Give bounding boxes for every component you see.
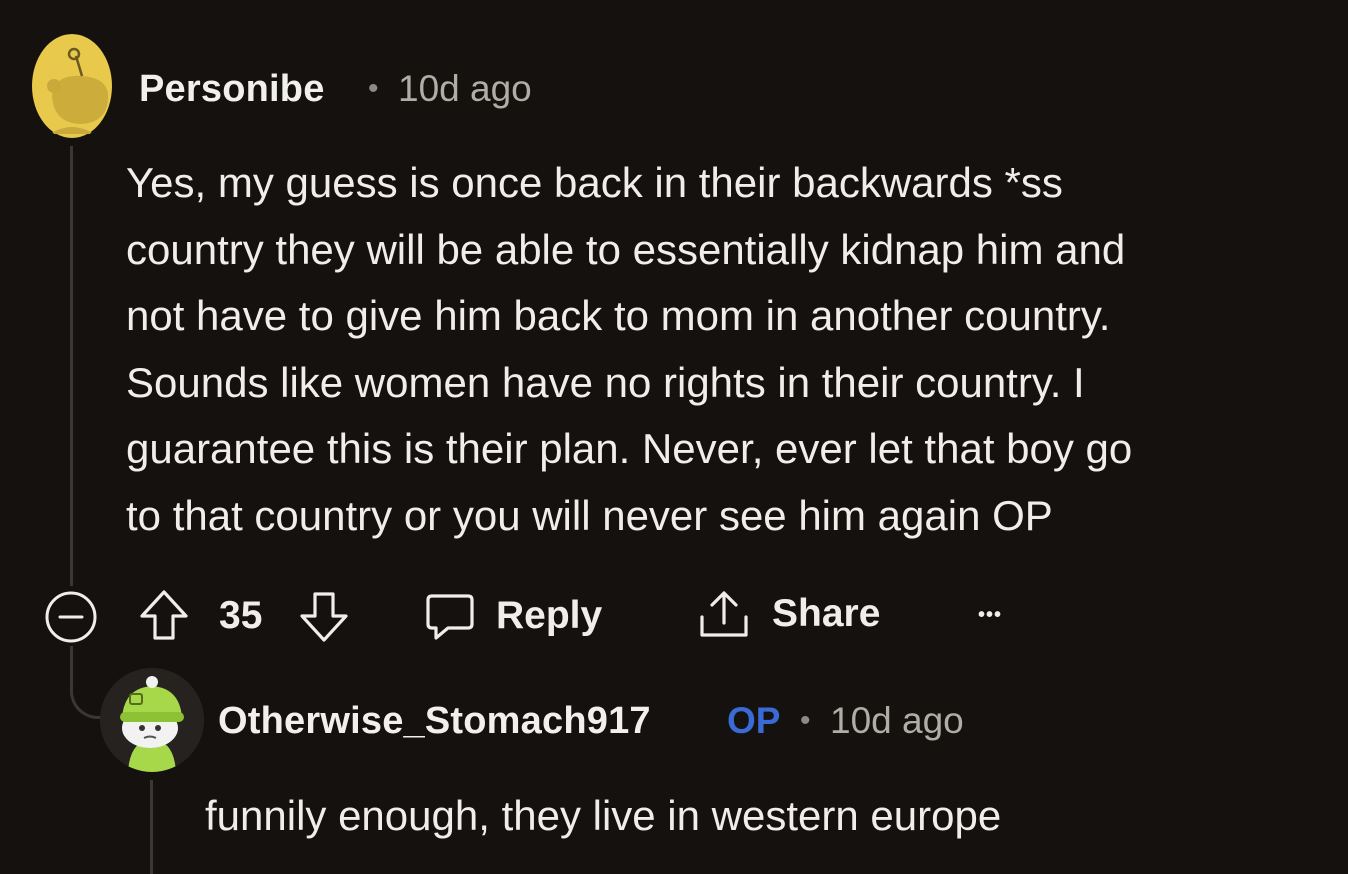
comment-author[interactable]: Personibe [139, 68, 325, 111]
more-options-icon: ••• [978, 603, 1003, 626]
meta-separator: • [368, 72, 379, 105]
comment-timestamp[interactable]: 10d ago [398, 68, 532, 110]
share-label: Share [772, 592, 881, 635]
vote-score: 35 [219, 594, 263, 637]
share-button[interactable]: Share [698, 586, 880, 642]
comment-body: Yes, my guess is once back in their back… [126, 159, 1133, 539]
snoo-avatar-icon [32, 34, 112, 138]
reply-user-avatar[interactable] [100, 668, 204, 772]
reply-label: Reply [496, 594, 603, 637]
upvote-button[interactable] [138, 588, 190, 642]
snoo-beanie-avatar-icon [100, 668, 204, 772]
more-options-button[interactable]: ••• [978, 590, 1002, 640]
upvote-arrow-icon [140, 590, 188, 640]
downvote-button[interactable] [298, 590, 350, 644]
meta-separator: • [800, 704, 811, 737]
comment-thread: Personibe • 10d ago Yes, my guess is onc… [0, 0, 1348, 874]
share-upload-icon [700, 591, 748, 637]
comment-bubble-icon [426, 594, 474, 640]
reply-timestamp[interactable]: 10d ago [830, 700, 964, 742]
thread-line[interactable] [70, 146, 73, 586]
op-badge: OP [727, 700, 781, 741]
collapse-button[interactable] [44, 590, 98, 644]
user-avatar[interactable] [32, 34, 112, 138]
reply-button[interactable]: Reply [424, 588, 602, 644]
reply-thread-line[interactable] [150, 780, 153, 874]
reply-author[interactable]: Otherwise_Stomach917 [218, 700, 651, 743]
downvote-arrow-icon [300, 592, 348, 642]
minus-circle-icon [45, 591, 97, 643]
reply-body: funnily enough, they live in western eur… [205, 792, 1002, 839]
